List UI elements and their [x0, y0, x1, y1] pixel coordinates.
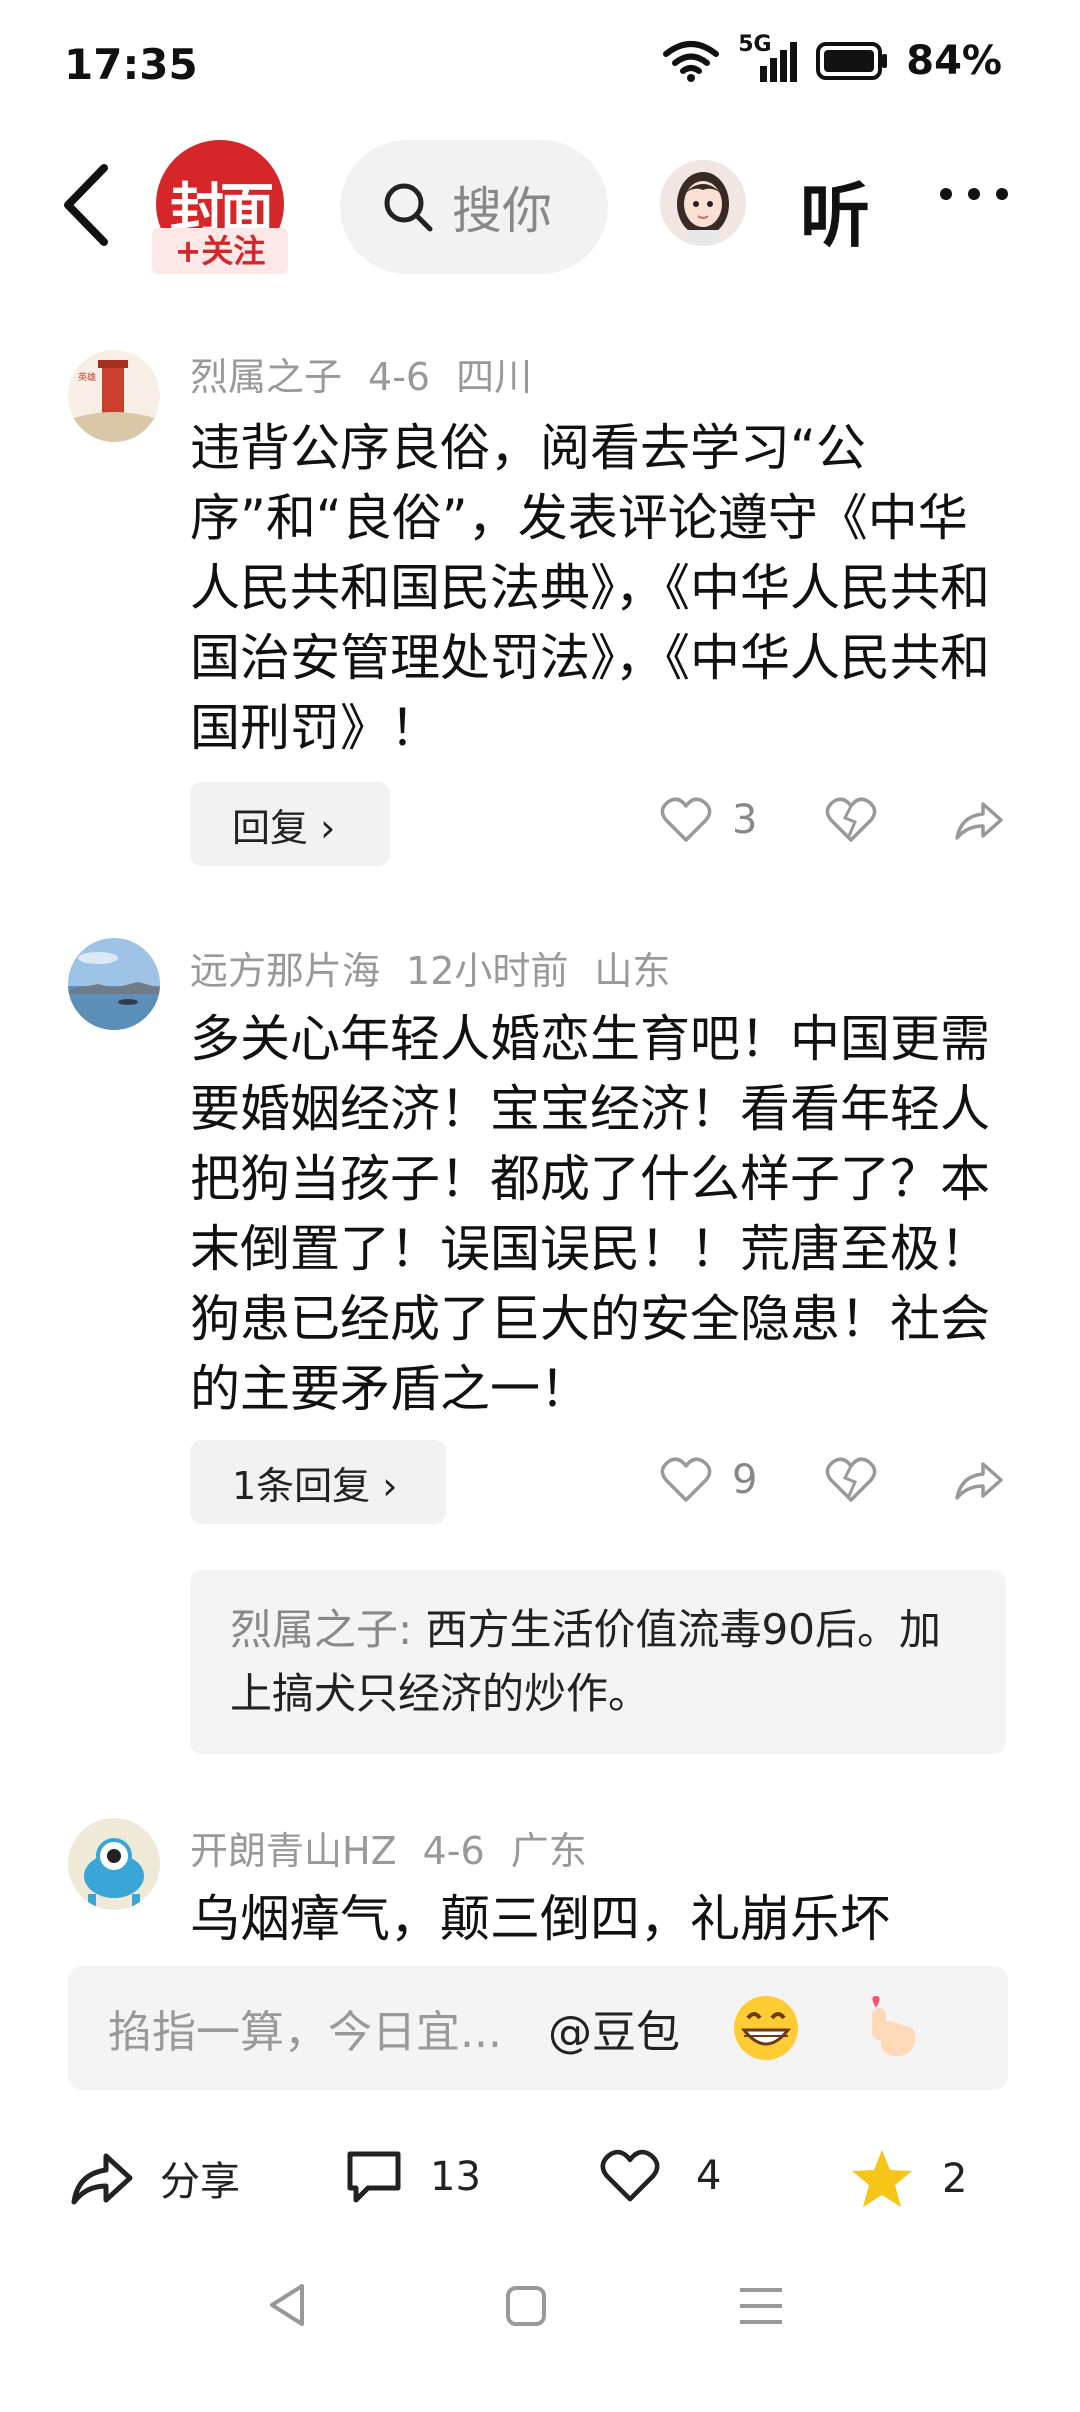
like-count: 9: [732, 1457, 758, 1503]
dislike-button[interactable]: [825, 1456, 877, 1504]
comment-date: 4-6: [368, 355, 431, 399]
comment-actions: 9: [660, 1456, 1005, 1504]
sub-reply-author: 烈属之子:: [230, 1605, 413, 1654]
share-comment-button[interactable]: [953, 796, 1005, 844]
comment-date: 4-6: [422, 1829, 485, 1873]
heart-icon: [660, 1457, 712, 1502]
share-button[interactable]: 分享: [70, 2148, 240, 2208]
reply-button[interactable]: 回复 ›: [190, 782, 390, 866]
comments-button[interactable]: 13: [344, 2148, 481, 2206]
share-icon: [955, 802, 1004, 840]
share-icon: [71, 2153, 133, 2205]
search-icon: [384, 183, 433, 232]
chevron-left-icon: [64, 164, 108, 246]
finger-heart-icon[interactable]: [854, 1992, 926, 2064]
comment-location: 四川: [456, 355, 533, 399]
author-name[interactable]: 远方那片海: [190, 949, 380, 993]
sub-reply[interactable]: 烈属之子: 西方生活价值流毒90后。加上搞犬只经济的炒作。: [190, 1570, 1006, 1754]
search-placeholder: 搜你: [452, 182, 552, 240]
channel-logo[interactable]: 封面 +关注: [150, 140, 290, 276]
bottom-action-bar: 分享 13 4 2: [0, 2100, 1080, 2260]
comment-input-placeholder: 掐指一算，今日宜...: [108, 2007, 502, 2058]
like-button[interactable]: 9: [660, 1456, 757, 1504]
dot: [968, 188, 980, 200]
comment-meta: 远方那片海 12小时前 山东: [190, 940, 696, 995]
favorites-count: 2: [942, 2156, 968, 2202]
doubao-mention-button[interactable]: @豆包: [548, 1996, 680, 2060]
signal-icon: 5G: [738, 32, 798, 84]
share-comment-button[interactable]: [953, 1456, 1005, 1504]
like-count: 3: [732, 797, 758, 843]
favorite-button[interactable]: 2: [850, 2148, 967, 2210]
nav-home-icon[interactable]: [504, 2284, 548, 2328]
comment-location: 山东: [594, 949, 671, 993]
author-name[interactable]: 开朗青山HZ: [190, 1829, 397, 1873]
star-icon: [852, 2150, 912, 2207]
wifi-icon: [663, 41, 720, 82]
reply-button[interactable]: 1条回复 ›: [190, 1440, 446, 1524]
search-bar[interactable]: 搜你: [340, 140, 608, 274]
likes-count: 4: [696, 2153, 722, 2199]
broken-heart-icon: [826, 1457, 877, 1502]
comment-date: 12小时前: [406, 949, 569, 993]
svg-text:英雄: 英雄: [78, 371, 96, 383]
comment-icon: [347, 2151, 401, 2203]
nav-back-icon[interactable]: [262, 2280, 312, 2330]
comment-meta: 烈属之子 4-6 四川: [190, 346, 558, 401]
heart-icon: [600, 2149, 660, 2202]
comments-count: 13: [430, 2154, 481, 2200]
dislike-button[interactable]: [825, 796, 877, 844]
dot: [940, 188, 952, 200]
dot: [996, 188, 1008, 200]
comment-text: 违背公序良俗，阅看去学习“公序”和“良俗”，发表评论遵守《中华人民共和国民法典》…: [190, 419, 990, 757]
nav-menu-icon[interactable]: [736, 2284, 786, 2328]
avatar[interactable]: [68, 938, 160, 1030]
comment-actions: 3: [660, 796, 1005, 844]
share-icon: [955, 1462, 1004, 1500]
more-options-button[interactable]: [940, 188, 1008, 200]
ai-avatar[interactable]: [660, 160, 746, 246]
system-nav-bar: [0, 2280, 1080, 2380]
like-button[interactable]: 3: [660, 796, 757, 844]
comment-text: 乌烟瘴气，颠三倒四，礼崩乐坏: [190, 1890, 890, 1946]
grinning-emoji-icon[interactable]: [730, 1992, 802, 2064]
author-name[interactable]: 烈属之子: [190, 355, 342, 399]
follow-button[interactable]: +关注: [152, 228, 288, 274]
listen-button[interactable]: 听: [800, 160, 870, 261]
comment-composer[interactable]: 掐指一算，今日宜... @豆包: [68, 1966, 1008, 2090]
comment-location: 广东: [510, 1829, 587, 1873]
back-button[interactable]: [56, 160, 116, 250]
status-icons: 5G 84%: [662, 32, 1002, 84]
battery-percent: 84%: [906, 38, 1002, 84]
avatar[interactable]: 英雄: [68, 350, 160, 442]
heart-icon: [660, 797, 712, 842]
status-time: 17:35: [64, 40, 198, 89]
share-label: 分享: [160, 2159, 240, 2205]
broken-heart-icon: [826, 797, 877, 842]
like-article-button[interactable]: 4: [600, 2148, 721, 2204]
avatar[interactable]: [68, 1818, 160, 1910]
battery-icon: [816, 42, 888, 80]
comment-text: 多关心年轻人婚恋生育吧！中国更需要婚姻经济！宝宝经济！看看年轻人把狗当孩子！都成…: [190, 1010, 990, 1418]
comment-meta: 开朗青山HZ 4-6 广东: [190, 1820, 613, 1875]
